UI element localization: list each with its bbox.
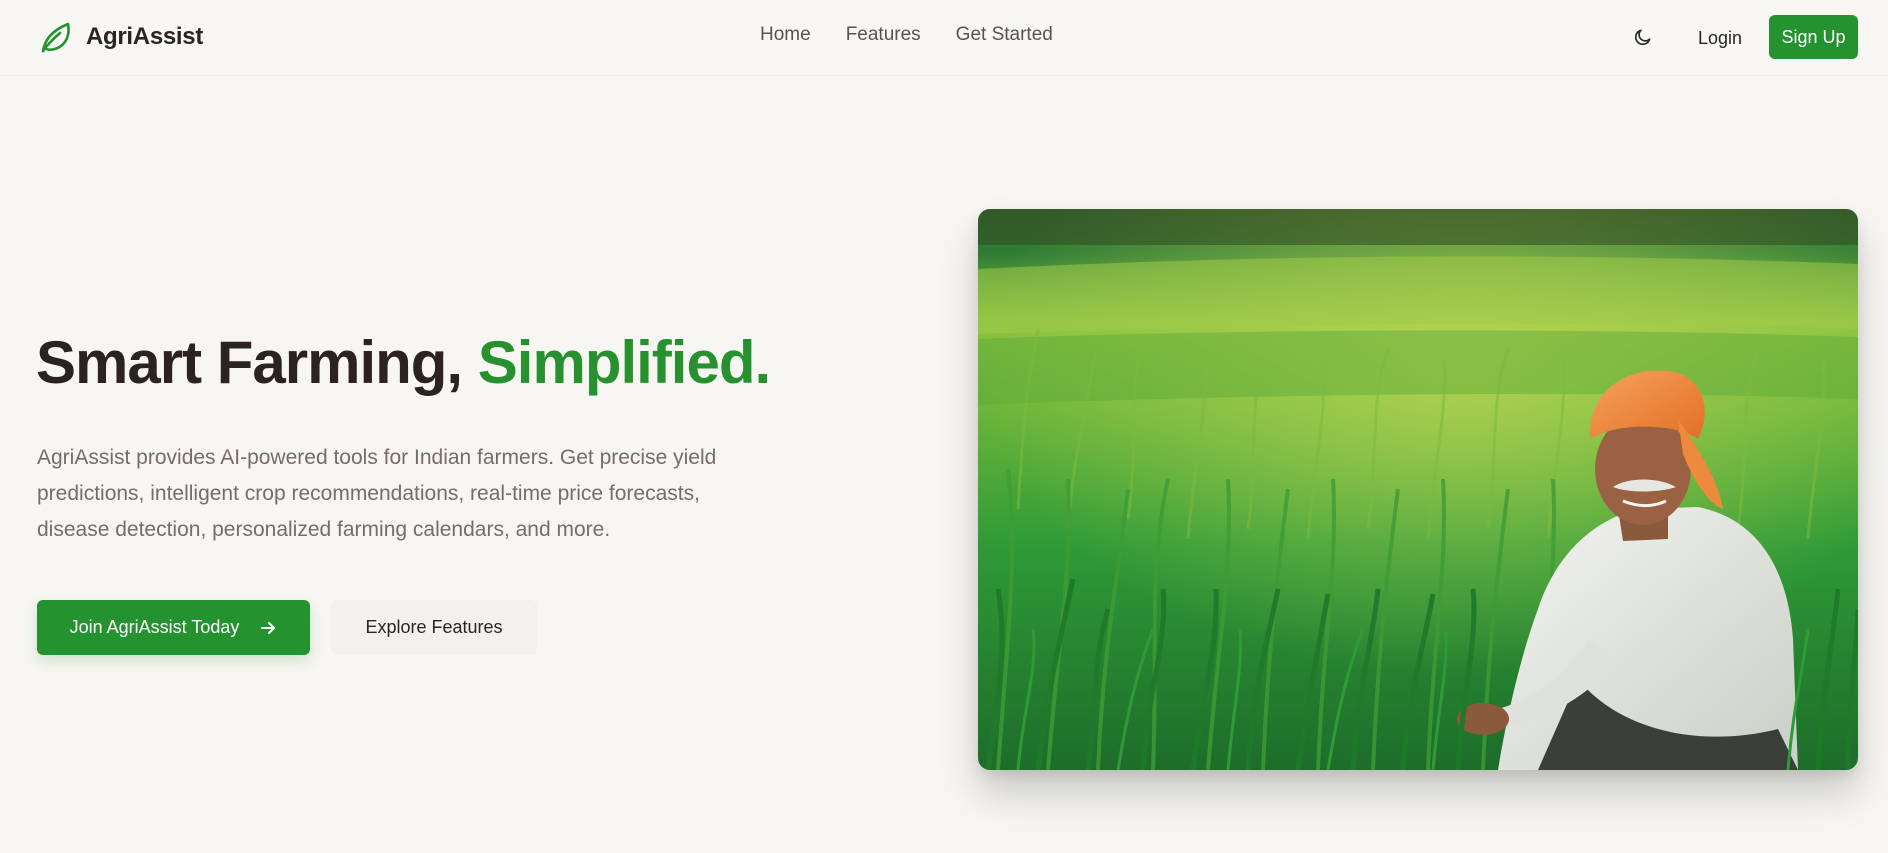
hero-image [978,209,1858,770]
hero-title-accent: Simplified. [477,329,771,396]
join-agriassist-button[interactable]: Join AgriAssist Today [37,600,310,655]
page: AgriAssist Home Features Get Started Log… [0,0,1888,853]
theme-toggle-button[interactable] [1630,24,1656,50]
main-nav: Home Features Get Started [760,24,1053,46]
hero-title: Smart Farming, Simplified. [36,329,771,396]
nav-link-get-started[interactable]: Get Started [956,24,1053,46]
login-button[interactable]: Login [1686,18,1754,58]
brand-logo[interactable]: AgriAssist [37,18,203,56]
nav-link-home[interactable]: Home [760,24,811,46]
arrow-right-icon [261,621,276,634]
moon-icon [1634,29,1651,46]
brand-name: AgriAssist [86,23,204,50]
hero-description: AgriAssist provides AI-powered tools for… [37,446,717,541]
signup-button[interactable]: Sign Up [1769,15,1858,59]
join-agriassist-label: Join AgriAssist Today [69,617,240,637]
farmer-field-illustration [978,209,1858,770]
navbar: AgriAssist Home Features Get Started Log… [0,0,1888,76]
nav-link-features[interactable]: Features [846,24,921,46]
hero-title-main: Smart Farming, [36,329,478,396]
leaf-icon [41,22,70,53]
explore-features-button[interactable]: Explore Features [331,600,537,655]
